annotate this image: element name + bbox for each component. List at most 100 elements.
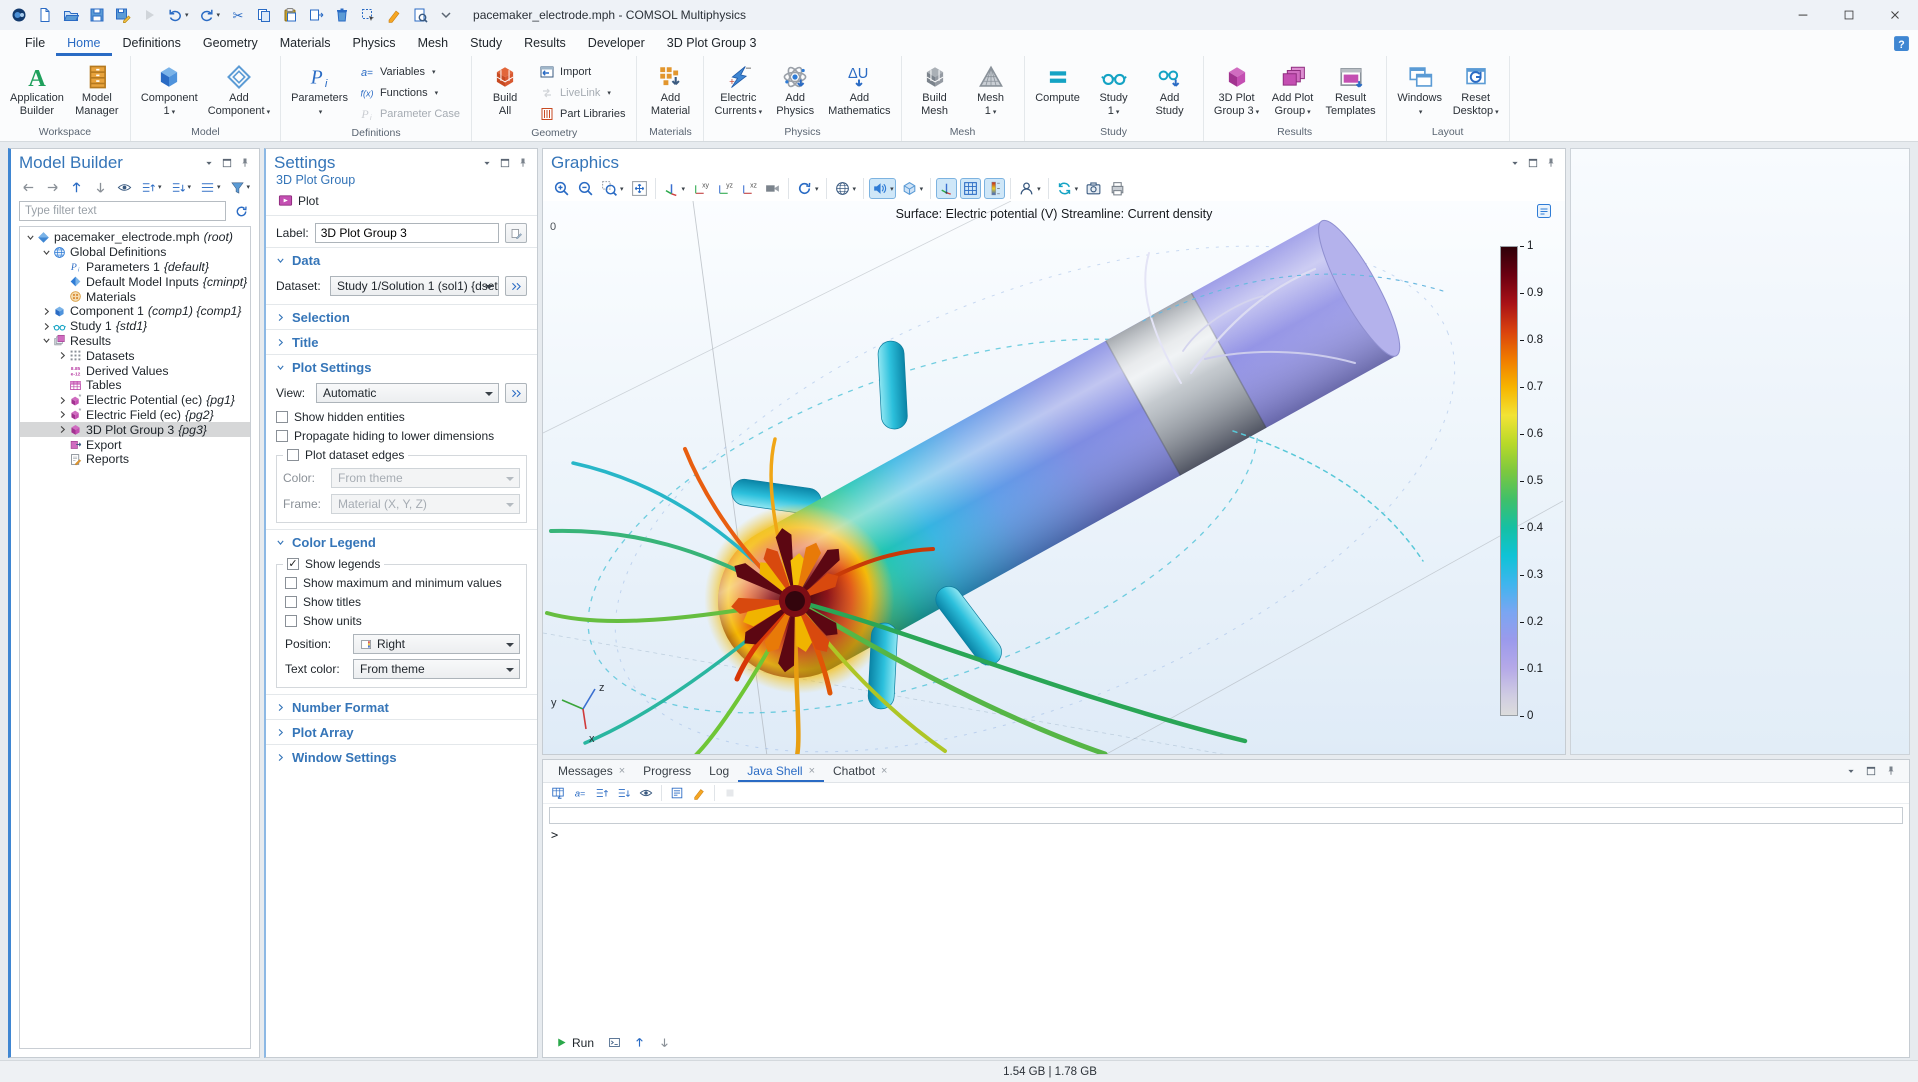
close-icon[interactable]: × [809,765,815,777]
pin-icon[interactable] [1885,765,1897,777]
menu-item-file[interactable]: File [14,30,56,56]
open-file-icon[interactable] [60,5,82,25]
chevron-down-icon[interactable] [25,233,36,242]
caret-down-icon[interactable] [1509,157,1521,169]
highlight-pen-icon[interactable] [383,5,405,25]
tree-item-tables[interactable]: Tables [20,378,250,393]
color-legend-toggle-icon[interactable] [984,178,1005,199]
pin-icon[interactable] [239,157,251,169]
undo-icon[interactable]: ▾ [164,5,192,25]
tree-filter-input[interactable] [19,201,226,221]
zoom-out-icon[interactable] [575,178,596,199]
tree-item-3d-plot-group-3[interactable]: 3D Plot Group 3{pg3} [20,422,250,437]
view-select[interactable]: Automatic [316,383,499,403]
section-plot-array[interactable]: Plot Array [266,719,537,744]
ribbon-add-study-button[interactable]: AddStudy [1142,59,1198,119]
environment-icon[interactable]: ▾ [1016,178,1043,199]
ribbon-livelink-button[interactable]: LiveLink▾ [535,82,629,103]
minimize-button[interactable] [1780,0,1826,30]
ribbon-build-all-button[interactable]: BuildAll [477,59,533,119]
show-units-checkbox[interactable] [285,615,297,627]
select-box-icon[interactable] [357,5,379,25]
propagate-hiding-checkbox[interactable] [276,430,288,442]
paste-icon[interactable] [279,5,301,25]
move-down-icon[interactable] [656,1034,673,1051]
graphics-canvas[interactable]: y z x Surface: Electric potential (V) St… [543,201,1565,754]
section-number-format[interactable]: Number Format [266,694,537,719]
expand-tree-icon[interactable] [593,784,611,802]
tree-item-electric-field-ec[interactable]: *Electric Field (ec){pg2} [20,408,250,423]
move-up-icon[interactable] [631,1034,648,1051]
show-maxmin-checkbox[interactable] [285,577,297,589]
help-button[interactable]: ? [1893,30,1910,56]
ribbon-result-templates-button[interactable]: ResultTemplates [1321,59,1381,119]
play-icon[interactable] [138,5,160,25]
ribbon-functions-button[interactable]: f(x)Functions▾ [355,82,464,103]
menu-item-mesh[interactable]: Mesh [407,30,460,56]
axis-triad-toggle-icon[interactable] [936,178,957,199]
pin-icon[interactable] [1545,157,1557,169]
plot-button[interactable]: Plot [276,191,321,210]
tree-item-pacemaker-electrode-mph[interactable]: pacemaker_electrode.mph(root) [20,230,250,245]
show-legends-checkbox[interactable] [287,558,299,570]
stop-icon[interactable] [721,784,739,802]
save-as-icon[interactable] [112,5,134,25]
chevron-down-icon[interactable] [41,248,52,257]
move-up-icon[interactable] [67,178,86,197]
menu-item-study[interactable]: Study [459,30,513,56]
ribbon-component-1-button[interactable]: Component1▾ [136,59,203,119]
chevron-right-icon[interactable] [57,425,68,434]
show-titles-checkbox[interactable] [285,596,297,608]
ribbon-add-component-button[interactable]: AddComponent▾ [203,59,275,119]
tab-chatbot[interactable]: Chatbot× [824,760,896,782]
tab-log[interactable]: Log [700,760,738,782]
collapse-tree-icon[interactable]: ▾ [169,178,194,197]
refresh-icon[interactable] [232,202,251,221]
run-button[interactable]: Run [551,1035,598,1051]
section-window-settings[interactable]: Window Settings [266,744,537,769]
tab-messages[interactable]: Messages× [549,760,634,782]
menu-item-geometry[interactable]: Geometry [192,30,269,56]
ribbon-reset-desktop-button[interactable]: ResetDesktop▾ [1448,59,1504,119]
ribbon-model-manager-button[interactable]: ModelManager [69,59,125,119]
tree-columns-icon[interactable]: ▾ [198,178,223,197]
close-icon[interactable]: × [881,765,887,777]
rotate-icon[interactable]: ▾ [794,178,821,199]
menu-item-home[interactable]: Home [56,30,111,56]
pin-icon[interactable] [517,157,529,169]
forward-icon[interactable] [43,178,62,197]
ribbon-windows-button[interactable]: Windows▾ [1392,59,1448,119]
zoom-box-icon[interactable]: ▾ [599,178,626,199]
search-doc-icon[interactable] [409,5,431,25]
tree-item-datasets[interactable]: Datasets [20,348,250,363]
menu-item-physics[interactable]: Physics [341,30,406,56]
ribbon-add-plot-group-button[interactable]: Add PlotGroup▾ [1265,59,1321,119]
chevron-right-icon[interactable] [41,322,52,331]
menu-item-definitions[interactable]: Definitions [112,30,192,56]
highlight-pen-icon[interactable] [690,784,708,802]
view-xy-icon[interactable]: xy [690,178,711,199]
ribbon-compute-button[interactable]: Compute [1030,59,1086,106]
image-snapshot-icon[interactable] [1083,178,1104,199]
ribbon-3d-plot-group-3-button[interactable]: 3D PlotGroup 3▾ [1209,59,1265,119]
ribbon-import-button[interactable]: Import [535,61,629,82]
ribbon-application-builder-button[interactable]: AApplicationBuilder [5,59,69,119]
float-icon[interactable] [1865,765,1877,777]
tree-item-component-1[interactable]: Component 1(comp1) {comp1} [20,304,250,319]
float-icon[interactable] [499,157,511,169]
dataset-select[interactable]: Study 1/Solution 1 (sol1) {dset1} [330,276,499,296]
ribbon-build-mesh-button[interactable]: BuildMesh [907,59,963,119]
chevron-right-icon[interactable] [57,410,68,419]
shell-output[interactable]: > [549,826,1903,1032]
view-xz-icon[interactable]: xz [738,178,759,199]
go-to-source-button[interactable] [505,383,527,403]
ribbon-mesh-1-button[interactable]: Mesh1▾ [963,59,1019,119]
menu-item-3d-plot-group-3[interactable]: 3D Plot Group 3 [656,30,768,56]
expand-tree-icon[interactable]: ▾ [139,178,164,197]
collapse-tree-icon[interactable] [615,784,633,802]
tab-progress[interactable]: Progress [634,760,700,782]
float-icon[interactable] [1527,157,1539,169]
chevron-right-icon[interactable] [57,351,68,360]
tree-item-electric-potential-ec[interactable]: *Electric Potential (ec){pg1} [20,393,250,408]
menu-item-developer[interactable]: Developer [577,30,656,56]
